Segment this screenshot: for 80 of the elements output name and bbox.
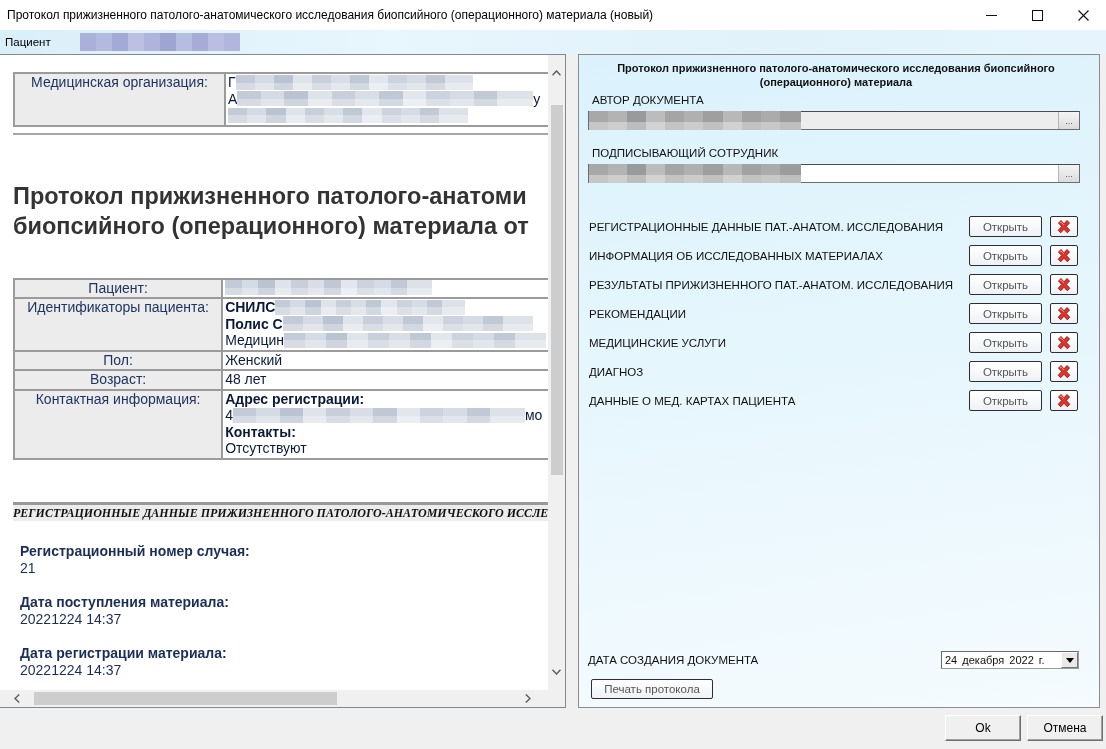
- scrollbar-thumb[interactable]: [34, 692, 337, 705]
- delete-icon: [1056, 305, 1072, 322]
- label-cell: Пол:: [14, 350, 223, 370]
- vertical-scrollbar[interactable]: [548, 55, 565, 690]
- form-title: Протокол прижизненного патолого-анатомического исследования биопсийного (операционного) материала: [616, 61, 1056, 89]
- section-header: РЕГИСТРАЦИОННЫЕ ДАННЫЕ ПРИЖИЗНЕННОГО ПАТОЛОГО-АНАТОМИЧЕСКОГО ИССЛЕ: [13, 501, 548, 521]
- delete-button[interactable]: [1050, 303, 1078, 324]
- cell-text: СНИЛС: [225, 299, 276, 316]
- field-value: 20221224 14:37: [20, 610, 123, 628]
- close-icon: [1077, 9, 1089, 21]
- caret-down-icon: [1065, 657, 1074, 663]
- document-heading: биопсийного (операционного) материала от: [13, 211, 530, 241]
- open-button[interactable]: Открыть: [969, 361, 1042, 382]
- section-label: РЕГИСТРАЦИОННЫЕ ДАННЫЕ ПАТ.-АНАТОМ. ИССЛЕДОВАНИЯ: [588, 220, 945, 233]
- dialog-button[interactable]: Отмена: [1027, 715, 1103, 741]
- open-button[interactable]: Открыть: [969, 216, 1042, 237]
- cell-text: у: [533, 90, 541, 107]
- label-cell: Идентификаторы пациента:: [14, 298, 223, 351]
- dropdown-button[interactable]: [1061, 652, 1078, 668]
- maximize-icon: [1031, 9, 1043, 21]
- scrollbar-thumb[interactable]: [550, 105, 563, 475]
- label-cell: Возраст:: [14, 370, 223, 390]
- field-label: ДАТА СОЗДАНИЯ ДОКУМЕНТА: [588, 654, 759, 666]
- open-button[interactable]: Открыть: [969, 390, 1042, 411]
- section-label: ИНФОРМАЦИЯ ОБ ИССЛЕДОВАННЫХ МАТЕРИАЛАХ: [588, 249, 884, 262]
- section-label: ДАННЫЕ О МЕД. КАРТАХ ПАЦИЕНТА: [588, 394, 797, 407]
- window-title: Протокол прижизненного патолого-анатомического исследования биопсийного (операционного) материала (новый): [6, 8, 655, 22]
- delete-icon: [1056, 218, 1072, 235]
- chevron-up-icon: [552, 70, 561, 76]
- field-value: 20221224 14:37: [20, 661, 123, 679]
- chevron-left-icon: [14, 694, 20, 703]
- field-label: Дата поступления материала:: [20, 593, 230, 611]
- field-label: Дата регистрации материала:: [20, 644, 228, 662]
- section-label: РЕКОМЕНДАЦИИ: [588, 307, 687, 320]
- delete-button[interactable]: [1050, 245, 1078, 266]
- label-cell: Пациент:: [14, 278, 223, 298]
- cell-text: 48 лет: [225, 371, 267, 388]
- cell-text: А: [228, 90, 238, 107]
- cell-text: Полис С: [225, 315, 283, 332]
- delete-icon: [1056, 276, 1072, 293]
- document-heading: Протокол прижизненного патолого-анатоми: [13, 181, 528, 211]
- field-label: Регистрационный номер случая:: [20, 542, 251, 560]
- open-button[interactable]: Открыть: [969, 245, 1042, 266]
- open-button[interactable]: Открыть: [969, 332, 1042, 353]
- open-button[interactable]: Открыть: [969, 274, 1042, 295]
- open-button[interactable]: Открыть: [969, 303, 1042, 324]
- delete-button[interactable]: [1050, 332, 1078, 353]
- cell-text: Адрес регистрации:: [225, 390, 365, 407]
- field-label: ПОДПИСЫВАЮЩИЙ СОТРУДНИК: [591, 146, 780, 160]
- patient-label: Пациент: [4, 36, 52, 48]
- horizontal-scrollbar[interactable]: [0, 690, 548, 707]
- cell-text: Медицин: [225, 332, 284, 349]
- cell-text: Женский: [225, 351, 283, 368]
- delete-button[interactable]: [1050, 361, 1078, 382]
- delete-icon: [1056, 247, 1072, 264]
- chevron-right-icon: [525, 694, 531, 703]
- delete-button[interactable]: [1050, 274, 1078, 295]
- cell-text: Г: [228, 74, 236, 91]
- browse-button[interactable]: ...: [1058, 165, 1079, 182]
- delete-icon: [1056, 334, 1072, 351]
- section-label: ДИАГНОЗ: [588, 365, 645, 378]
- section-label: МЕДИЦИНСКИЕ УСЛУГИ: [588, 336, 728, 349]
- delete-icon: [1056, 363, 1072, 380]
- section-label: РЕЗУЛЬТАТЫ ПРИЖИЗНЕННОГО ПАТ.-АНАТОМ. ИССЛЕДОВАНИЯ: [588, 278, 955, 291]
- delete-button[interactable]: [1050, 390, 1078, 411]
- print-button[interactable]: Печать протокола: [591, 679, 713, 699]
- cell-text: Контакты:: [225, 423, 296, 440]
- field-value: 21: [20, 559, 37, 577]
- field-label: АВТОР ДОКУМЕНТА: [591, 93, 705, 107]
- cell-text: мо: [524, 407, 543, 424]
- cell-text: Отсутствуют: [225, 440, 307, 457]
- chevron-down-icon: [552, 669, 561, 675]
- delete-button[interactable]: [1050, 216, 1078, 237]
- label-cell: Контактная информация:: [14, 389, 223, 459]
- delete-icon: [1056, 392, 1072, 409]
- date-picker[interactable]: 24 декабря 2022 г.: [941, 651, 1079, 669]
- label-cell: Медицинская организация:: [14, 73, 225, 126]
- cell-text: 4: [225, 407, 233, 424]
- dialog-button[interactable]: Ok: [945, 715, 1021, 741]
- input-field[interactable]: ...: [588, 164, 1080, 183]
